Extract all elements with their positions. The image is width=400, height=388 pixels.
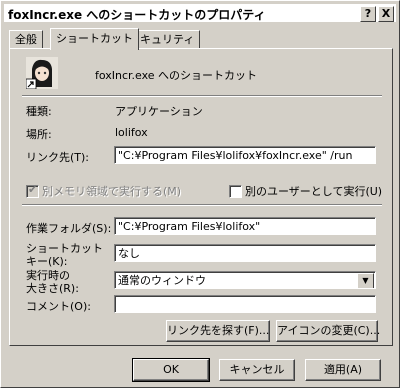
separator — [22, 204, 382, 206]
shortcut-name: foxIncr.exe へのショートカット — [95, 69, 258, 82]
comment-label: コメント(O): — [26, 300, 91, 313]
location-value: lolifox — [115, 126, 148, 139]
chevron-down-icon[interactable]: ▼ — [357, 273, 374, 288]
type-label: 種類: — [26, 105, 52, 118]
apply-button[interactable]: 適用(A) — [305, 359, 381, 381]
shortcut-key-field[interactable]: なし — [114, 244, 376, 262]
target-label: リンク先(T): — [26, 151, 90, 164]
run-select[interactable]: 通常のウィンドウ ▼ — [114, 271, 376, 289]
run-select-value: 通常のウィンドウ — [118, 274, 206, 287]
title-bar: foxIncr.exe へのショートカットのプロパティ ? X — [4, 4, 396, 22]
ok-button[interactable]: OK — [132, 358, 210, 382]
separate-memory-label: 別メモリ領域で実行する(M) — [42, 185, 182, 198]
change-icon-button[interactable]: アイコンの変更(C)... — [276, 320, 380, 342]
run-as-checkbox[interactable] — [229, 185, 242, 198]
help-button[interactable]: ? — [360, 6, 376, 22]
run-as-label: 別のユーザーとして実行(U) — [245, 185, 383, 198]
location-label: 場所: — [26, 128, 52, 141]
start-in-label: 作業フォルダ(S): — [26, 222, 112, 235]
comment-field[interactable] — [114, 295, 376, 313]
target-field[interactable]: "C:¥Program Files¥lolifox¥foxIncr.exe" /… — [114, 146, 376, 164]
start-in-field[interactable]: "C:¥Program Files¥lolifox" — [114, 217, 376, 235]
separator — [22, 95, 382, 97]
cancel-button[interactable]: キャンセル — [219, 359, 295, 381]
shortcut-panel: foxIncr.exe へのショートカット 種類: アプリケーション 場所: l… — [9, 48, 393, 346]
tab-shortcut[interactable]: ショートカット — [50, 28, 139, 50]
close-button[interactable]: X — [378, 6, 394, 22]
separate-memory-checkbox[interactable]: ✔ — [26, 183, 39, 198]
check-mark-icon: ✔ — [28, 183, 38, 196]
properties-dialog: foxIncr.exe へのショートカットのプロパティ ? X 全般 ショートカ… — [0, 0, 400, 388]
run-label-2: 大きさ(R): — [26, 282, 79, 295]
tab-general[interactable]: 全般 — [9, 30, 43, 48]
window-title: foxIncr.exe へのショートカットのプロパティ — [8, 8, 266, 22]
type-value: アプリケーション — [115, 105, 203, 118]
app-icon — [25, 57, 58, 90]
find-target-button[interactable]: リンク先を探す(F)... — [166, 320, 270, 342]
